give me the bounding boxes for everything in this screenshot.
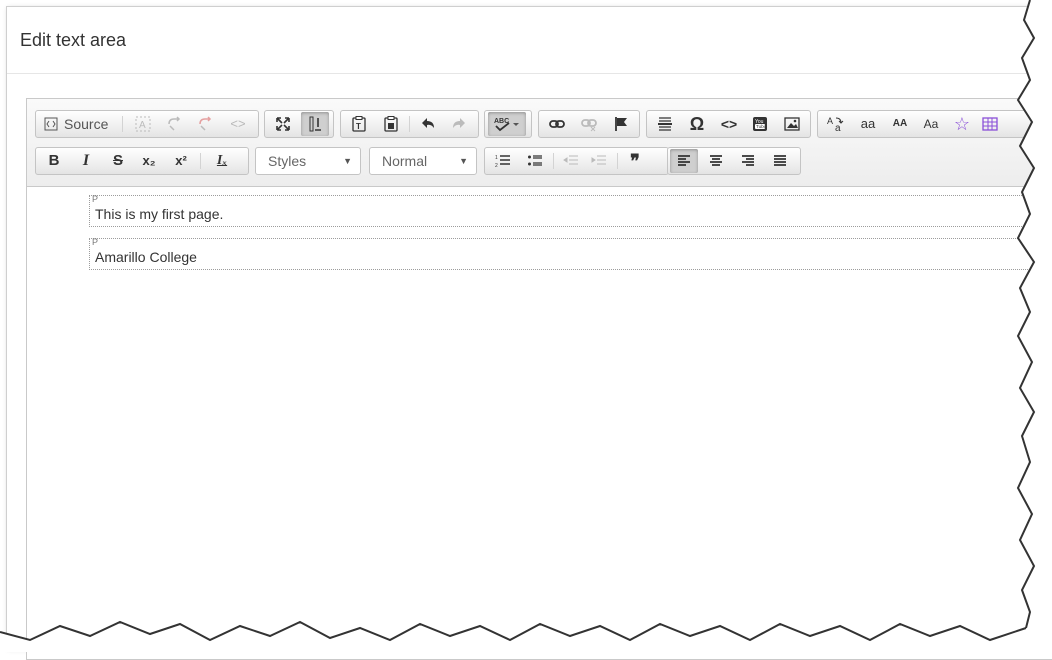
torn-edge-decoration	[0, 0, 1052, 652]
